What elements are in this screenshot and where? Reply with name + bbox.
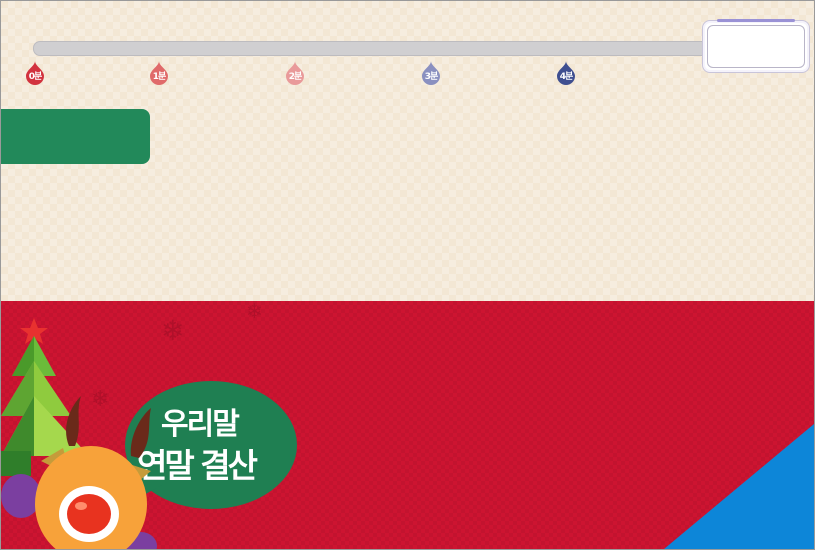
marker-label: 3분 bbox=[424, 72, 439, 82]
marker-label: 0분 bbox=[28, 72, 43, 82]
marker-4min: 4분 bbox=[555, 60, 577, 86]
quiz-screen: 0분 1분 2분 3분 4분 ❄ ❄ ❄ 우리말 연말 결산 bbox=[0, 0, 815, 550]
top-panel: 0분 1분 2분 3분 4분 bbox=[1, 1, 814, 301]
marker-1min: 1분 bbox=[148, 60, 170, 86]
marker-label: 4분 bbox=[559, 72, 574, 82]
question-tab[interactable] bbox=[1, 109, 150, 164]
time-progress-bar bbox=[33, 41, 735, 56]
timer-display bbox=[702, 19, 810, 73]
snowflake-icon: ❄ bbox=[246, 299, 263, 323]
marker-label: 2분 bbox=[288, 72, 303, 82]
banner-title-line1: 우리말 bbox=[161, 407, 240, 442]
timer-value bbox=[707, 25, 805, 68]
marker-3min: 3분 bbox=[420, 60, 442, 86]
marker-0min: 0분 bbox=[24, 60, 46, 86]
snowflake-icon: ❄ bbox=[161, 314, 185, 347]
blue-corner-decoration bbox=[664, 424, 814, 549]
reindeer-icon bbox=[1, 396, 157, 549]
marker-2min: 2분 bbox=[284, 60, 306, 86]
marker-label: 1분 bbox=[152, 72, 167, 82]
